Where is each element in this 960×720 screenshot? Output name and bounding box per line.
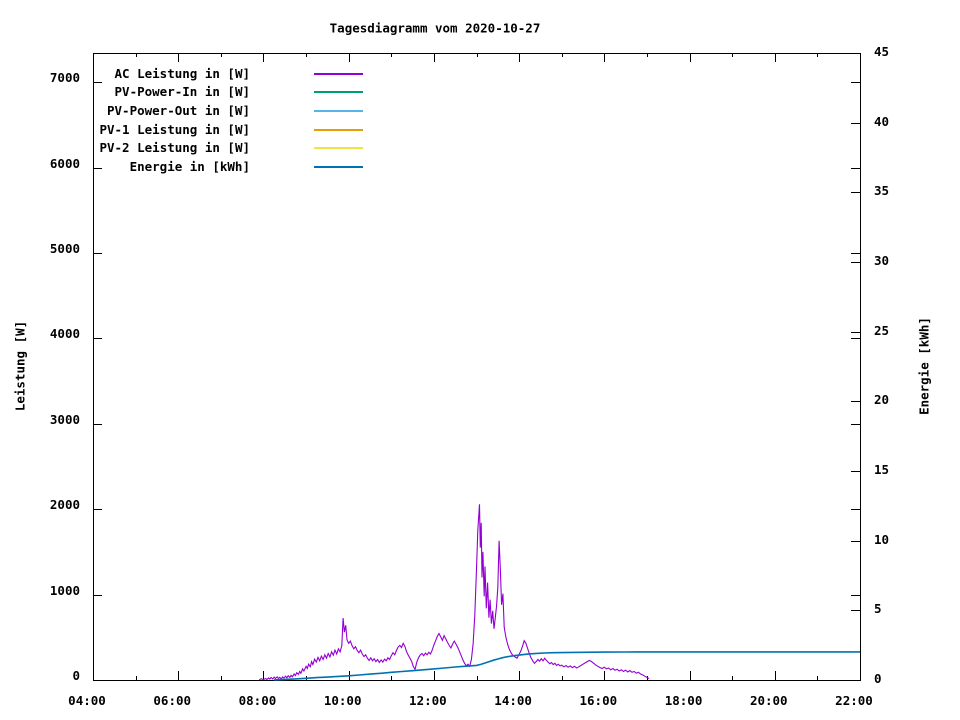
x-tick-label: 10:00 bbox=[323, 693, 362, 708]
y-left-tick-label: 5000 bbox=[49, 241, 80, 256]
legend-label: PV-Power-In in [W] bbox=[114, 84, 250, 99]
y-right-tick-label: 30 bbox=[874, 253, 890, 268]
legend-label: PV-Power-Out in [W] bbox=[107, 103, 250, 118]
y-left-tick-label: 2000 bbox=[49, 497, 80, 513]
legend-color-line bbox=[314, 147, 363, 149]
legend-color-line bbox=[314, 110, 363, 112]
y-left-tick-label: 6000 bbox=[49, 155, 80, 171]
x-tick-label: 22:00 bbox=[835, 693, 873, 708]
legend-color-line bbox=[314, 129, 363, 131]
legend-color-line bbox=[314, 166, 363, 168]
y-left-tick-label: 4000 bbox=[49, 326, 80, 342]
series-ac-leistung-in-w bbox=[258, 504, 650, 681]
x-tick-label: 08:00 bbox=[238, 693, 277, 708]
x-tick-label: 14:00 bbox=[494, 693, 532, 708]
y-left-tick-label: 3000 bbox=[49, 411, 80, 427]
y-right-tick-label: 35 bbox=[874, 183, 890, 199]
legend-label: PV-2 Leistung in [W] bbox=[99, 140, 250, 155]
y-left-tick-label: 7000 bbox=[49, 70, 80, 86]
y-axis-title-right: Energie [kWh] bbox=[916, 317, 932, 415]
legend-label: PV-1 Leistung in [W] bbox=[99, 122, 250, 137]
chart-title: Tagesdiagramm vom 2020-10-27 bbox=[329, 20, 541, 36]
x-tick-label: 06:00 bbox=[153, 693, 192, 708]
x-tick-label: 04:00 bbox=[68, 693, 106, 708]
legend-color-line bbox=[314, 73, 363, 75]
tagesdiagramm-chart: Tagesdiagramm vom 2020-10-27 Leistung [W… bbox=[0, 0, 960, 720]
y-right-tick-label: 0 bbox=[874, 671, 882, 686]
y-right-tick-label: 20 bbox=[874, 392, 890, 408]
x-tick-label: 18:00 bbox=[664, 693, 703, 708]
y-right-tick-label: 25 bbox=[874, 322, 890, 338]
y-right-tick-label: 15 bbox=[874, 462, 890, 477]
y-right-tick-label: 45 bbox=[874, 44, 890, 59]
y-right-tick-label: 40 bbox=[874, 113, 890, 129]
x-tick-label: 16:00 bbox=[579, 693, 618, 708]
legend-color-line bbox=[314, 91, 363, 93]
x-tick-label: 20:00 bbox=[749, 693, 788, 708]
x-tick-label: 12:00 bbox=[409, 693, 447, 708]
y-left-tick-label: 1000 bbox=[49, 582, 80, 598]
y-right-tick-label: 5 bbox=[874, 601, 882, 617]
y-left-tick-label: 0 bbox=[72, 668, 80, 683]
y-right-tick-label: 10 bbox=[874, 531, 890, 547]
